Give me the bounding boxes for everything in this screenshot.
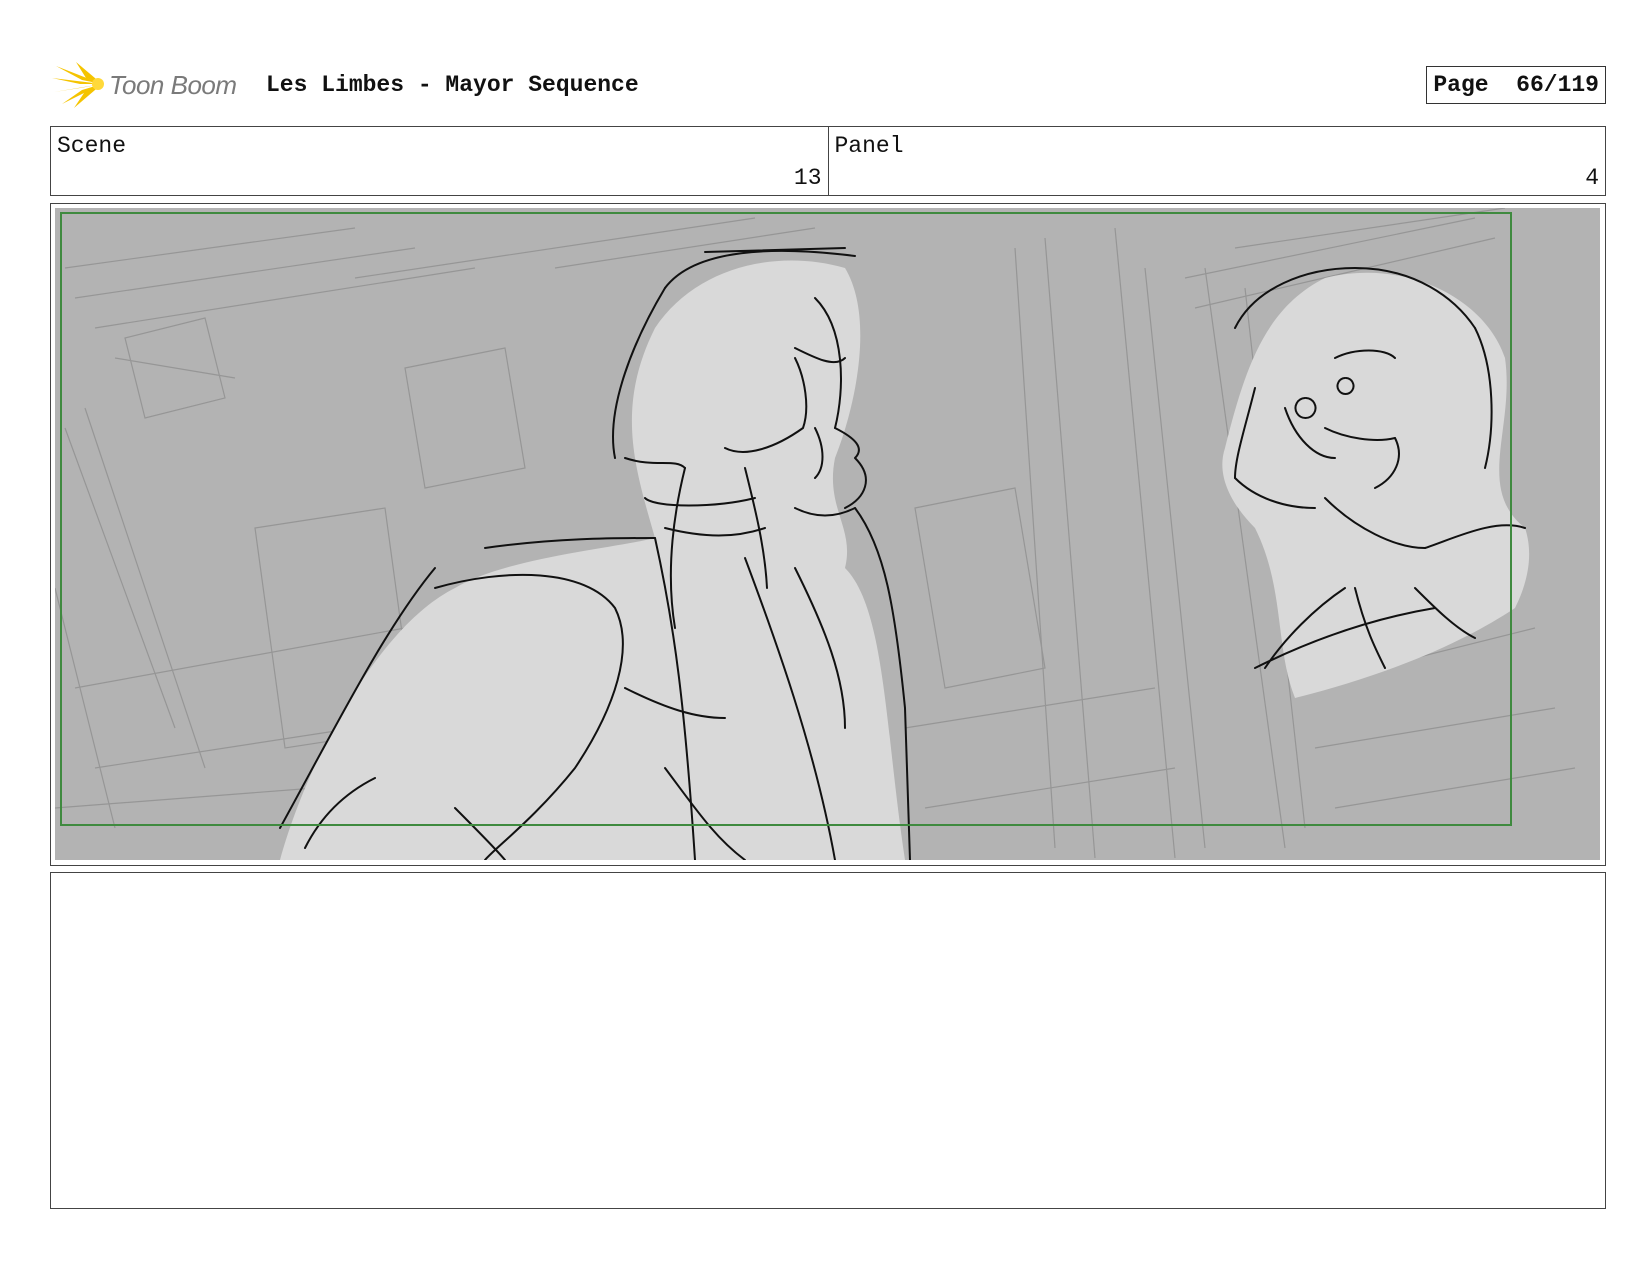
panel-notes [50, 872, 1606, 1209]
panel-sketch [55, 208, 1600, 860]
document-title: Les Limbes - Mayor Sequence [266, 72, 639, 98]
scene-cell: Scene 13 [51, 127, 828, 195]
panel-number: 4 [1585, 165, 1599, 191]
page-header: Toon Boom Les Limbes - Mayor Sequence Pa… [50, 58, 1606, 110]
panel-cell: Panel 4 [827, 127, 1606, 195]
page-label: Page [1433, 72, 1489, 98]
page-number: 66/119 [1516, 72, 1599, 98]
page-indicator: Page 66/119 [1426, 66, 1606, 104]
starburst-icon [52, 62, 104, 108]
scene-label: Scene [57, 133, 127, 159]
scene-number: 13 [793, 165, 822, 191]
storyboard-panel [50, 203, 1606, 866]
toon-boom-logo: Toon Boom [52, 60, 252, 110]
logo-wordmark: Toon Boom [109, 70, 237, 100]
panel-label: Panel [834, 133, 904, 159]
scene-panel-info: Scene 13 Panel 4 [50, 126, 1606, 196]
